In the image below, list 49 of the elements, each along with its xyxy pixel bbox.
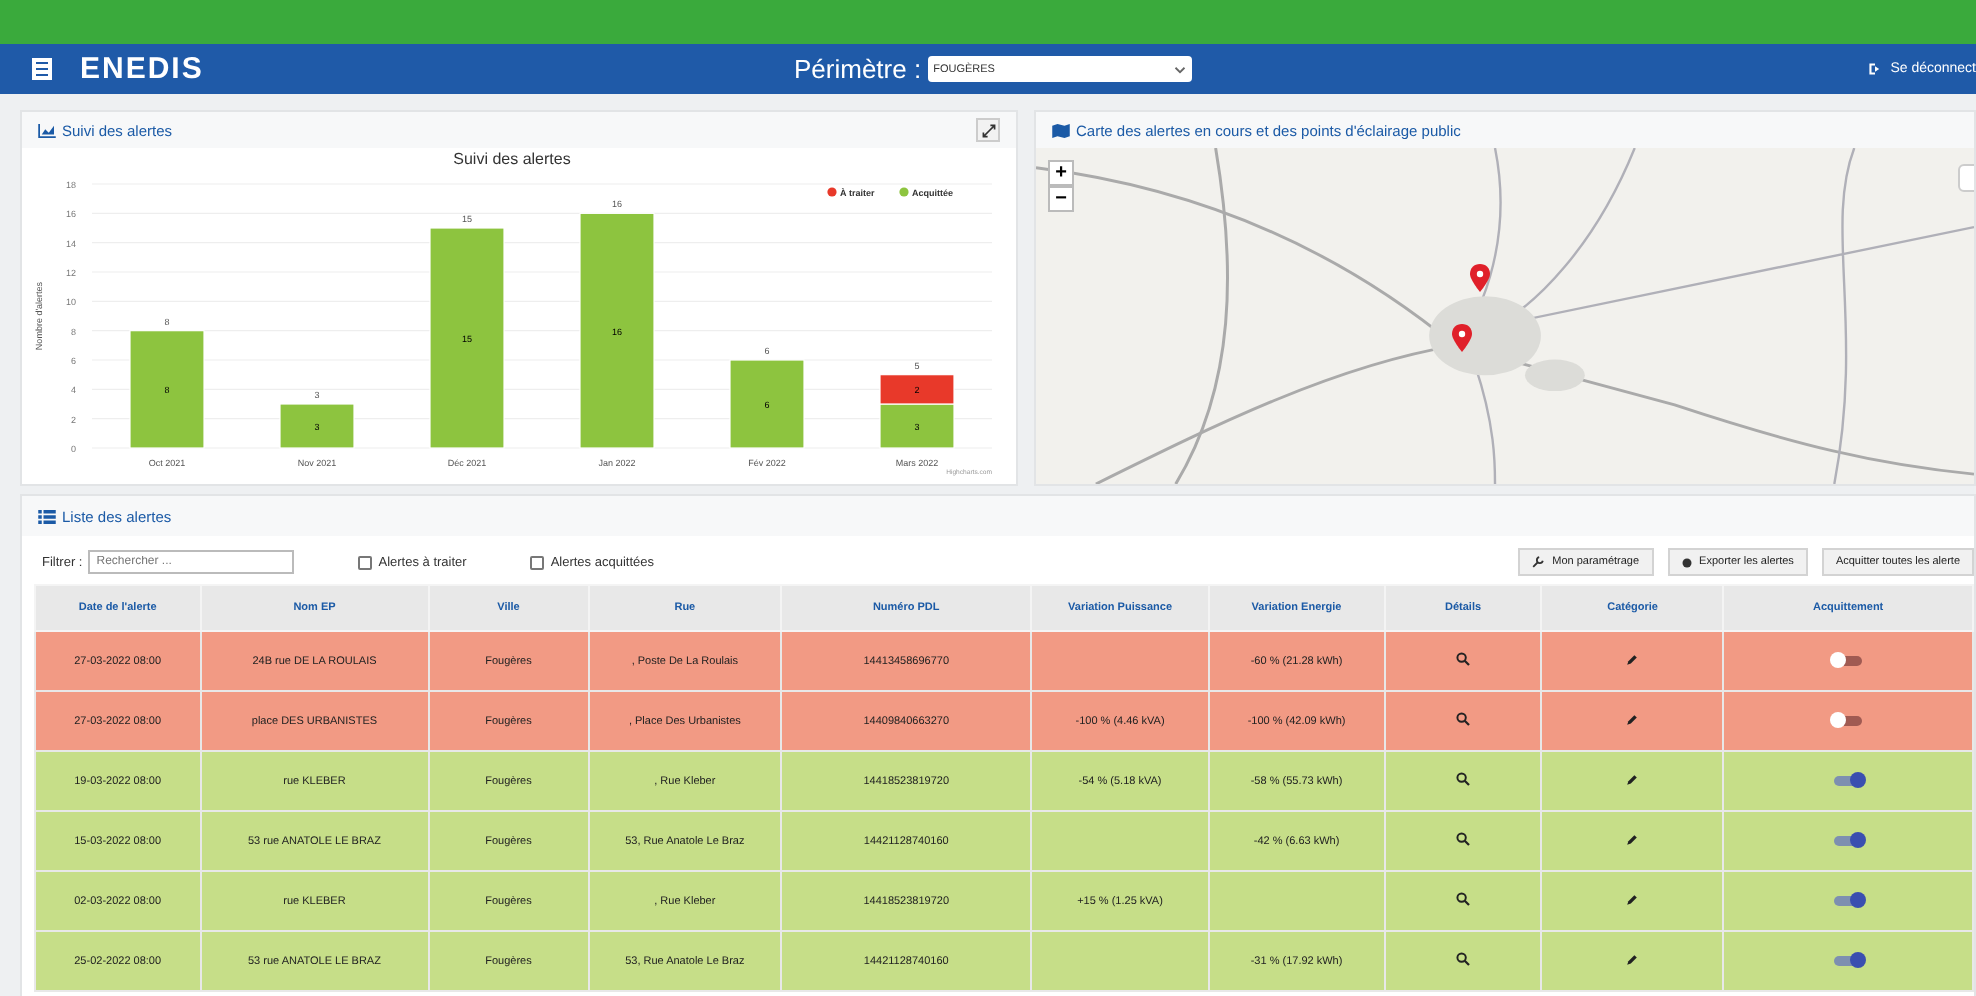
checkbox[interactable] bbox=[358, 555, 373, 569]
map-icon bbox=[1052, 123, 1070, 137]
details-button[interactable] bbox=[1456, 652, 1471, 666]
toggle-switch[interactable] bbox=[1834, 775, 1863, 786]
pencil-icon bbox=[1626, 833, 1639, 845]
expand-button[interactable] bbox=[976, 118, 1000, 142]
chart-title: Suivi des alertes bbox=[453, 150, 571, 168]
edit-button[interactable] bbox=[1626, 773, 1639, 785]
pencil-icon bbox=[1626, 713, 1639, 725]
checkbox[interactable] bbox=[530, 555, 545, 569]
details-button[interactable] bbox=[1456, 892, 1471, 906]
edit-button[interactable] bbox=[1626, 833, 1639, 845]
wrench-icon bbox=[1532, 556, 1545, 568]
edit-button[interactable] bbox=[1626, 713, 1639, 725]
details-button[interactable] bbox=[1456, 832, 1471, 846]
toggle-switch[interactable] bbox=[1834, 715, 1863, 726]
list-icon bbox=[38, 509, 56, 523]
details-button[interactable] bbox=[1456, 772, 1471, 786]
dot-icon bbox=[1681, 557, 1692, 567]
pencil-icon bbox=[1626, 773, 1639, 785]
pencil-icon bbox=[1626, 893, 1639, 905]
pencil-icon bbox=[1626, 953, 1639, 965]
details-button[interactable] bbox=[1456, 952, 1471, 966]
logout-icon bbox=[1868, 62, 1883, 76]
map-marker-icon[interactable] bbox=[1452, 324, 1472, 352]
perimeter-label: Périmètre : bbox=[794, 54, 922, 84]
zoom-in-button[interactable]: + bbox=[1048, 160, 1074, 186]
edit-button[interactable] bbox=[1626, 653, 1639, 665]
search-icon bbox=[1456, 892, 1471, 906]
search-icon bbox=[1456, 832, 1471, 846]
area-chart-icon bbox=[38, 123, 56, 137]
toggle-switch[interactable] bbox=[1834, 955, 1863, 966]
logo[interactable]: ENEDIS bbox=[80, 52, 204, 86]
map-marker-icon[interactable] bbox=[1470, 264, 1490, 292]
chevron-icon bbox=[1173, 65, 1186, 73]
pencil-icon bbox=[1626, 653, 1639, 665]
menu-icon[interactable] bbox=[32, 58, 52, 80]
edit-button[interactable] bbox=[1626, 893, 1639, 905]
toggle-switch[interactable] bbox=[1834, 895, 1863, 906]
details-button[interactable] bbox=[1456, 712, 1471, 726]
zoom-out-button[interactable]: − bbox=[1048, 186, 1074, 212]
expand-icon bbox=[981, 123, 995, 137]
toggle-switch[interactable] bbox=[1834, 655, 1863, 666]
search-icon bbox=[1456, 952, 1471, 966]
search-icon bbox=[1456, 712, 1471, 726]
search-icon bbox=[1456, 652, 1471, 666]
edit-button[interactable] bbox=[1626, 953, 1639, 965]
toggle-switch[interactable] bbox=[1834, 835, 1863, 846]
search-icon bbox=[1456, 772, 1471, 786]
